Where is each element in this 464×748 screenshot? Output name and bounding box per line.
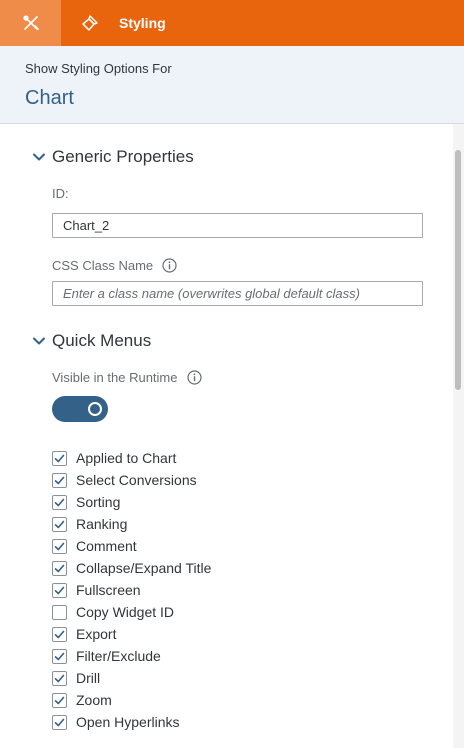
id-input[interactable] bbox=[52, 213, 423, 238]
chevron-down-icon bbox=[33, 337, 45, 345]
id-label-text: ID: bbox=[52, 186, 69, 201]
checkbox[interactable] bbox=[52, 714, 67, 730]
visible-runtime-toggle[interactable] bbox=[52, 396, 108, 422]
checkbox[interactable] bbox=[52, 692, 67, 708]
checkmark-icon bbox=[54, 454, 65, 462]
checkmark-icon bbox=[54, 564, 65, 572]
quick-menu-option[interactable]: Select Conversions bbox=[52, 469, 432, 491]
quick-menu-option[interactable]: Open Hyperlinks bbox=[52, 711, 432, 733]
tools-icon bbox=[22, 15, 39, 30]
checkbox[interactable] bbox=[52, 516, 67, 532]
header-subtitle: Show Styling Options For bbox=[25, 61, 172, 76]
checkbox[interactable] bbox=[52, 560, 67, 576]
section-generic-properties-label: Generic Properties bbox=[52, 147, 194, 166]
checkbox-label: Filter/Exclude bbox=[76, 648, 161, 664]
toggle-knob bbox=[88, 402, 102, 416]
quick-menu-option[interactable]: Ranking bbox=[52, 513, 432, 535]
checkbox-label: Ranking bbox=[76, 516, 128, 532]
checkbox-label: Fullscreen bbox=[76, 582, 141, 598]
checkbox[interactable] bbox=[52, 582, 67, 598]
quick-menu-option[interactable]: Filter/Exclude bbox=[52, 645, 432, 667]
section-quick-menus-label: Quick Menus bbox=[52, 331, 152, 350]
checkbox[interactable] bbox=[52, 472, 67, 488]
tab-tools[interactable] bbox=[0, 0, 61, 46]
header-title: Chart bbox=[25, 87, 74, 109]
checkmark-icon bbox=[54, 498, 65, 506]
checkbox-label: Export bbox=[76, 626, 117, 642]
tab-styling[interactable]: Styling bbox=[61, 0, 166, 46]
scrollbar-thumb[interactable] bbox=[455, 150, 461, 390]
visible-runtime-label: Visible in the Runtime bbox=[52, 370, 202, 385]
checkbox-label: Zoom bbox=[76, 692, 112, 708]
section-quick-menus[interactable]: Quick Menus bbox=[32, 330, 151, 352]
checkbox-label: Sorting bbox=[76, 494, 121, 510]
tab-styling-label: Styling bbox=[119, 15, 166, 31]
checkmark-icon bbox=[54, 630, 65, 638]
checkmark-icon bbox=[54, 718, 65, 726]
checkmark-icon bbox=[54, 586, 65, 594]
quick-menu-option[interactable]: Applied to Chart bbox=[52, 447, 432, 469]
checkbox-label: Copy Widget ID bbox=[76, 604, 175, 620]
css-class-input[interactable] bbox=[52, 281, 423, 306]
panel-header: Show Styling Options For Chart bbox=[0, 46, 464, 124]
quick-menu-option[interactable]: Collapse/Expand Title bbox=[52, 557, 432, 579]
checkbox[interactable] bbox=[52, 626, 67, 642]
checkmark-icon bbox=[54, 476, 65, 484]
checkbox-label: Applied to Chart bbox=[76, 450, 177, 466]
css-class-label-text: CSS Class Name bbox=[52, 258, 154, 273]
quick-menu-option[interactable]: Export bbox=[52, 623, 432, 645]
checkbox[interactable] bbox=[52, 670, 67, 686]
quick-menu-option[interactable]: Fullscreen bbox=[52, 579, 432, 601]
brush-icon bbox=[82, 15, 98, 31]
checkmark-icon bbox=[54, 520, 65, 528]
checkbox[interactable] bbox=[52, 604, 67, 620]
checkbox-label: Drill bbox=[76, 670, 101, 686]
chevron-down-icon bbox=[33, 153, 45, 161]
info-icon[interactable] bbox=[162, 258, 177, 273]
checkbox-label: Select Conversions bbox=[76, 472, 197, 488]
section-generic-properties[interactable]: Generic Properties bbox=[32, 146, 194, 168]
checkmark-icon bbox=[54, 674, 65, 682]
id-label: ID: bbox=[52, 186, 69, 201]
checkmark-icon bbox=[54, 652, 65, 660]
checkbox-label: Open Hyperlinks bbox=[76, 714, 180, 730]
checkmark-icon bbox=[54, 696, 65, 704]
css-class-label: CSS Class Name bbox=[52, 258, 177, 273]
quick-menu-option[interactable]: Comment bbox=[52, 535, 432, 557]
visible-runtime-label-text: Visible in the Runtime bbox=[52, 370, 178, 385]
checkmark-icon bbox=[54, 542, 65, 550]
quick-menu-option[interactable]: Copy Widget ID bbox=[52, 601, 432, 623]
quick-menu-option[interactable]: Sorting bbox=[52, 491, 432, 513]
quick-menu-option[interactable]: Drill bbox=[52, 667, 432, 689]
quick-menu-options: Applied to Chart Select Conversions Sortin… bbox=[52, 447, 432, 733]
checkbox-label: Collapse/Expand Title bbox=[76, 560, 212, 576]
info-icon[interactable] bbox=[186, 370, 202, 385]
checkbox[interactable] bbox=[52, 450, 67, 466]
quick-menu-option[interactable]: Zoom bbox=[52, 689, 432, 711]
checkbox-label: Comment bbox=[76, 538, 137, 554]
top-toolbar: Styling bbox=[0, 0, 464, 46]
checkbox[interactable] bbox=[52, 494, 67, 510]
checkbox[interactable] bbox=[52, 648, 67, 664]
checkbox[interactable] bbox=[52, 538, 67, 554]
